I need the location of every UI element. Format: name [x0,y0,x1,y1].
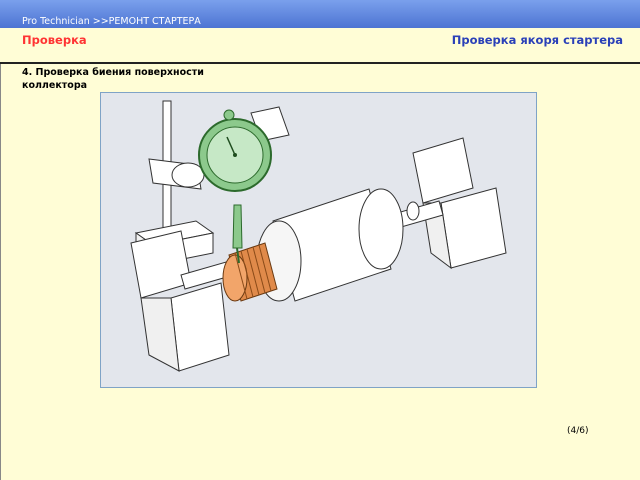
indicator-plunger [232,204,243,249]
v-block-left-back [130,230,192,299]
v-block-right-back [412,137,474,204]
v-block-right [440,187,507,269]
illustration-panel [100,92,537,388]
v-block-left [170,282,230,372]
section-label: Проверка [22,33,87,47]
indicator-stem [223,109,235,121]
header-divider [0,62,640,64]
step-instruction: 4. Проверка биения поверхности коллектор… [22,67,204,91]
window-edge [0,0,1,480]
page-counter: (4/6) [567,426,589,436]
page-title: Проверка якоря стартера [451,33,623,47]
breadcrumb: Pro Technician >>РЕМОНТ СТАРТЕРА [22,16,201,27]
armature-runout-illustration [130,100,507,372]
